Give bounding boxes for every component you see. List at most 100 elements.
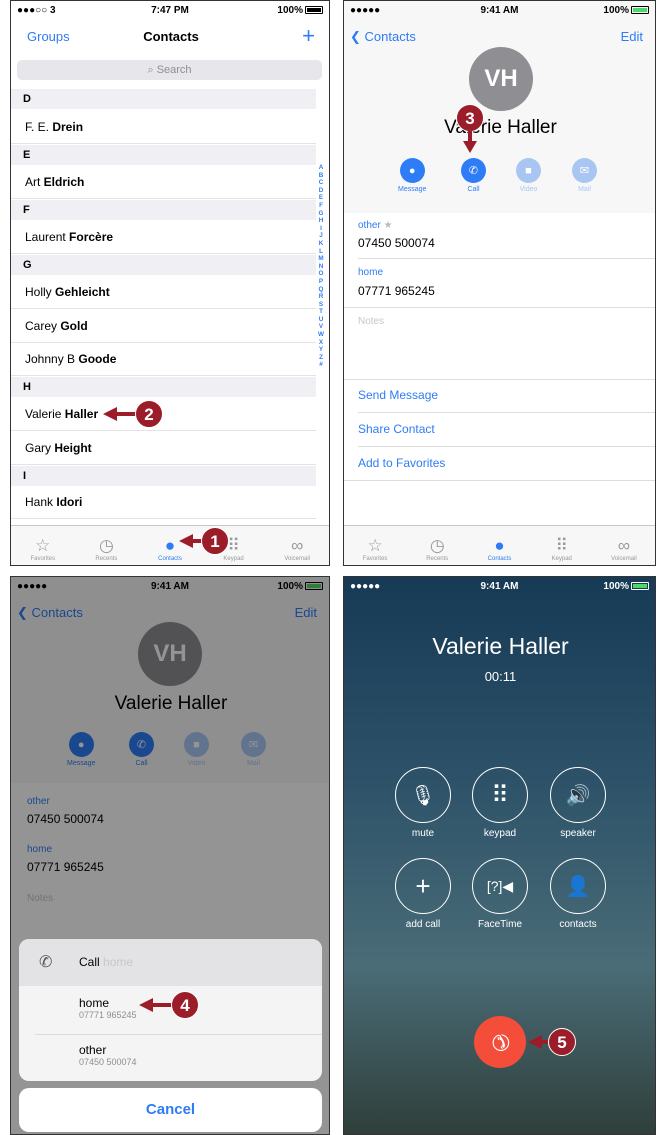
contact-name: Valerie Haller xyxy=(444,117,557,138)
section-header: E xyxy=(11,145,316,165)
message-button[interactable]: ● Message xyxy=(398,158,426,193)
facetime-icon: [?]◀ xyxy=(486,877,514,894)
facetime-label: FaceTime xyxy=(477,919,523,930)
phone-label: home xyxy=(358,267,384,278)
tab-bar: ☆ Favorites ◷ Recents ● Contacts ⠿ Keypad ∞ V… xyxy=(344,525,655,565)
video-icon: ■ xyxy=(516,158,541,183)
contact-row[interactable]: Johnny B Goode xyxy=(11,342,316,376)
tab-favorites[interactable]: ☆ Favorites xyxy=(344,526,406,565)
option-home[interactable]: home 07771 965245 xyxy=(19,986,322,1034)
tab-recents[interactable]: ◷ Recents xyxy=(406,526,468,565)
in-call-screen: ●●●●● 9:41 AM 100% Valerie Haller 00:11 … xyxy=(343,576,656,1135)
call-action-sheet: ✆ Call home home 07771 965245 other 0745… xyxy=(19,939,322,1081)
tab-favorites[interactable]: ☆ Favorites xyxy=(11,526,75,565)
plus-icon: + xyxy=(415,870,431,901)
star-icon: ★ xyxy=(383,220,393,231)
star-icon: ☆ xyxy=(367,536,383,555)
contacts-icon: 👤 xyxy=(565,875,591,898)
clock-icon: ◷ xyxy=(98,536,114,555)
speaker-icon: 🔊 xyxy=(565,784,591,807)
hang-up-icon: ✆ xyxy=(484,1026,516,1058)
cancel-button[interactable]: Cancel xyxy=(19,1088,322,1132)
add-contact-button[interactable]: + xyxy=(302,23,315,49)
contact-row[interactable]: Gary Height xyxy=(11,431,316,465)
add-to-favorites-link[interactable]: Add to Favorites xyxy=(358,456,445,470)
phone-number[interactable]: 07771 965245 xyxy=(358,284,435,298)
speaker-label: speaker xyxy=(560,828,596,839)
battery-indicator: 100% xyxy=(603,581,649,592)
edit-button[interactable]: Edit xyxy=(621,29,643,44)
status-bar: ●●●●● 9:41 AM 100% xyxy=(344,577,655,595)
tab-contacts[interactable]: ● Contacts xyxy=(468,526,530,565)
search-input[interactable]: ⌕ Search xyxy=(17,60,322,80)
page-title: Contacts xyxy=(143,29,199,44)
voicemail-icon: ∞ xyxy=(617,536,630,555)
facetime-button[interactable]: [?]◀ xyxy=(472,858,528,914)
divider xyxy=(358,258,655,259)
contact-row-valerie-haller[interactable]: Valerie Haller xyxy=(11,397,316,431)
divider xyxy=(344,379,655,380)
end-call-button[interactable]: ✆ xyxy=(474,1016,526,1068)
add-call-button[interactable]: + xyxy=(395,858,451,914)
step-callout-3: 3 xyxy=(456,104,484,132)
contact-detail-screen: ●●●●● 9:41 AM 100% ❮ Contacts Edit VH Va… xyxy=(343,0,656,566)
option-other[interactable]: other 07450 500074 xyxy=(19,1035,322,1081)
person-icon: ● xyxy=(164,536,176,555)
contact-row[interactable]: Hank Idori xyxy=(11,485,316,519)
callout-line xyxy=(151,1003,173,1007)
contacts-label: contacts xyxy=(559,919,597,930)
back-button[interactable]: ❮ Contacts xyxy=(350,29,416,45)
status-bar: ●●●●● 9:41 AM 100% xyxy=(344,1,655,19)
keypad-icon: ⠿ xyxy=(555,536,568,555)
carrier: ●●●●● xyxy=(350,580,381,592)
add-call-label: add call xyxy=(405,919,441,930)
alphabet-index[interactable]: A B C D E F G H I J K L M N O P Q R S T U V W X Y Z # xyxy=(317,164,325,369)
chevron-left-icon: ❮ xyxy=(350,29,361,44)
share-contact-link[interactable]: Share Contact xyxy=(358,422,435,436)
keypad-button[interactable]: ⠿ xyxy=(472,767,528,823)
tab-voicemail[interactable]: ∞ Voicemail xyxy=(265,526,329,565)
tab-voicemail[interactable]: ∞ Voicemail xyxy=(593,526,655,565)
mute-label: mute xyxy=(411,828,435,839)
keypad-icon: ⠿ xyxy=(491,781,509,809)
callout-arrow xyxy=(463,141,477,153)
clock-icon: ◷ xyxy=(429,536,445,555)
callout-line xyxy=(115,412,137,416)
section-header: F xyxy=(11,200,316,220)
person-icon: ● xyxy=(494,536,505,555)
contact-row[interactable]: Art Eldrich xyxy=(11,165,316,199)
divider xyxy=(344,307,655,308)
section-header: D xyxy=(11,89,316,109)
speaker-button[interactable]: 🔊 xyxy=(550,767,606,823)
divider xyxy=(358,412,655,413)
phone-number[interactable]: 07450 500074 xyxy=(358,236,435,250)
phone-icon: ✆ xyxy=(39,954,53,971)
battery-indicator: 100% xyxy=(277,5,323,16)
contacts-list-screen: ●●●○○ 3 7:47 PM 100% Groups Contacts + ⌕… xyxy=(10,0,330,566)
contacts-button[interactable]: 👤 xyxy=(550,858,606,914)
contact-row[interactable]: F. E. Drein xyxy=(11,110,316,144)
step-callout-4: 4 xyxy=(171,991,199,1019)
call-button[interactable]: ✆ Call xyxy=(461,158,486,193)
contact-row[interactable]: Laurent Forcère xyxy=(11,220,316,254)
notes-field[interactable]: Notes xyxy=(358,316,384,327)
status-bar: ●●●○○ 3 7:47 PM 100% xyxy=(11,1,329,19)
contact-row[interactable]: Carey Gold xyxy=(11,309,316,343)
message-icon: ● xyxy=(399,158,425,183)
carrier: ●●●●● xyxy=(350,4,381,16)
carrier: ●●●○○ 3 xyxy=(17,4,56,16)
caller-name: Valerie Haller xyxy=(432,633,569,659)
call-number-picker-screen: ●●●●● 9:41 AM 100% ❮ Contacts Edit VH Va… xyxy=(10,576,330,1135)
phone-icon: ✆ xyxy=(461,158,486,183)
tab-keypad[interactable]: ⠿ Keypad xyxy=(531,526,593,565)
video-button[interactable]: ■ Video xyxy=(516,158,541,193)
send-message-link[interactable]: Send Message xyxy=(358,388,438,402)
tab-recents[interactable]: ◷ Recents xyxy=(75,526,139,565)
call-timer: 00:11 xyxy=(484,669,517,684)
section-header: I xyxy=(11,466,316,486)
step-callout-1: 1 xyxy=(201,527,229,555)
mute-button[interactable]: 🎙 xyxy=(395,767,451,823)
contact-row[interactable]: Holly Gehleicht xyxy=(11,275,316,309)
tab-bar: ☆ Favorites ◷ Recents ● Contacts ⠿ Keypad ∞ V… xyxy=(11,525,329,565)
mail-button[interactable]: ✉ Mail xyxy=(572,158,597,193)
